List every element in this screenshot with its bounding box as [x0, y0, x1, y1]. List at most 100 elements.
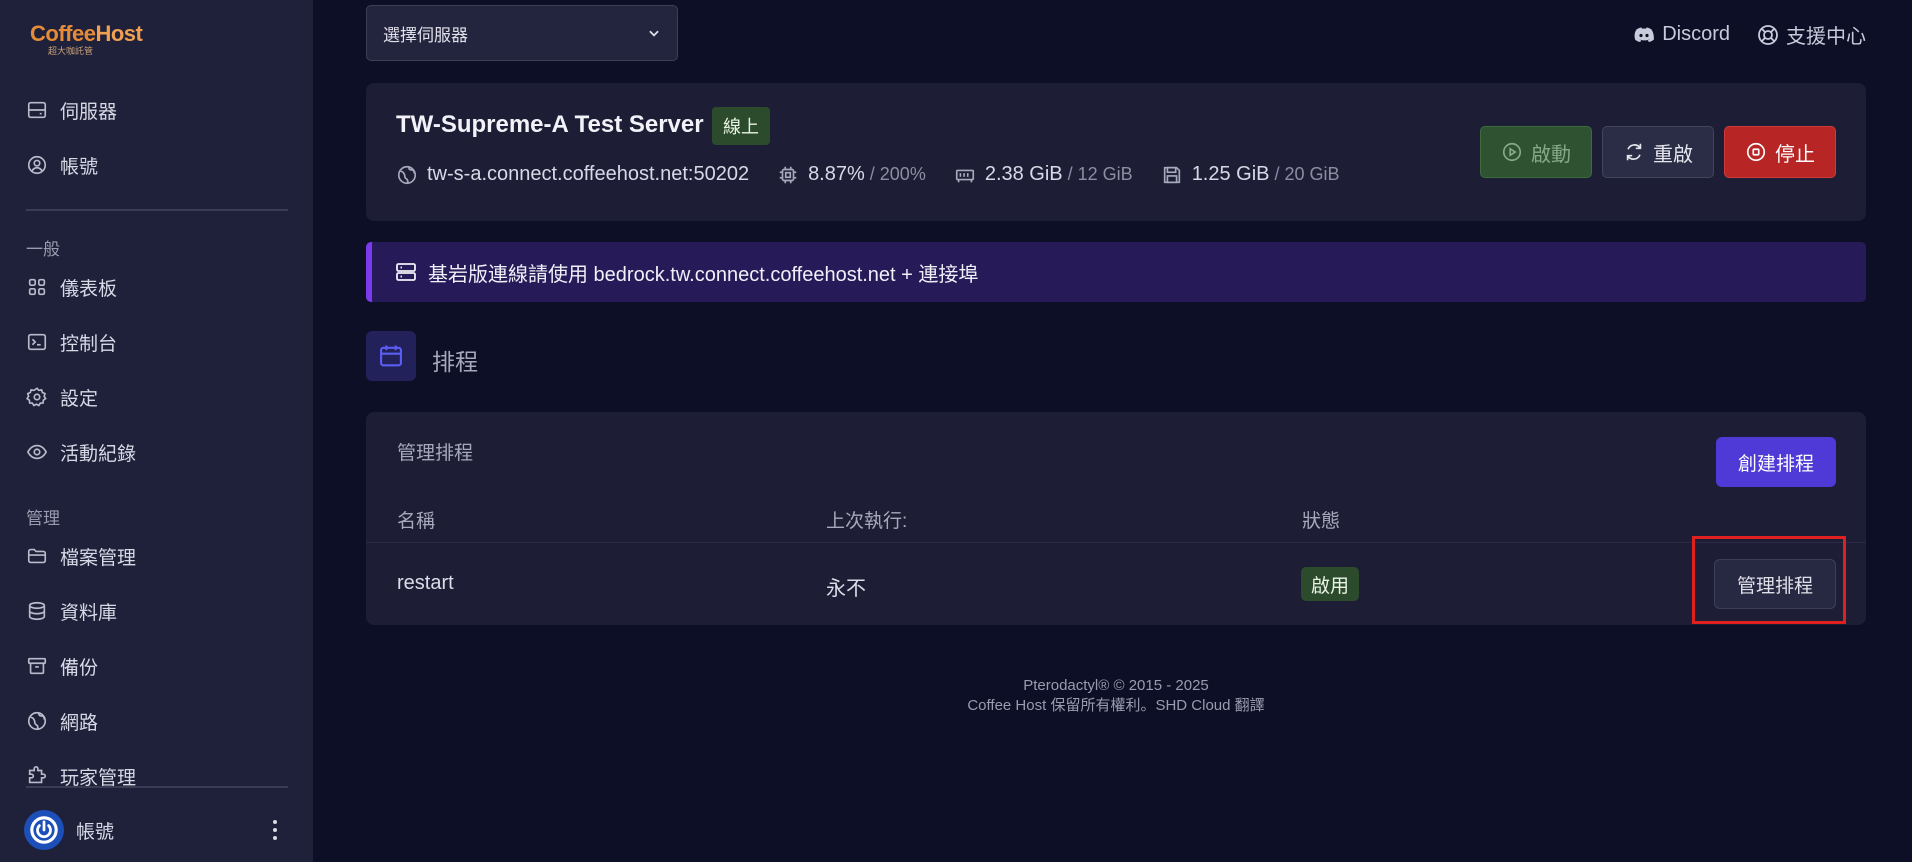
- sidebar-item-databases[interactable]: 資料庫: [26, 596, 117, 626]
- server-status-badge: 線上: [712, 107, 770, 145]
- create-schedule-button[interactable]: 創建排程: [1716, 437, 1836, 487]
- highlight-box: [1692, 536, 1846, 624]
- sidebar-item-label: 伺服器: [60, 101, 118, 123]
- column-header-last-run: 上次執行:: [826, 511, 908, 532]
- server-info-card: TW-Supreme-A Test Server 線上 tw-s-a.conne…: [366, 83, 1866, 221]
- sidebar-section-manage: 管理: [26, 509, 60, 528]
- sidebar-item-label: 設定: [60, 388, 99, 410]
- eye-icon: [26, 444, 48, 460]
- footer-copyright: Pterodactyl® © 2015 - 2025: [1023, 677, 1209, 694]
- column-header-name: 名稱: [397, 511, 436, 532]
- footer-rights: Coffee Host 保留所有權利。SHD Cloud 翻譯: [967, 697, 1265, 714]
- discord-icon: [1634, 27, 1655, 42]
- logo[interactable]: CoffeeHost 超大咖託管: [30, 21, 143, 57]
- start-button-label: 啟動: [1531, 143, 1571, 166]
- cpu-value: 8.87%: [808, 163, 865, 185]
- dot-icon: [273, 828, 277, 832]
- discord-link-label: Discord: [1662, 23, 1730, 45]
- sidebar-item-label: 備份: [60, 657, 99, 679]
- dot-icon: [273, 820, 277, 824]
- folder-icon: [27, 548, 47, 564]
- logo-text: CoffeeHost: [30, 21, 143, 46]
- schedule-last-run: 永不: [826, 578, 866, 600]
- save-disk-icon: [1163, 166, 1180, 183]
- sidebar-item-label: 儀表板: [60, 278, 118, 300]
- grid-icon: [28, 278, 46, 296]
- footer: Pterodactyl® © 2015 - 2025 Coffee Host 保…: [366, 676, 1866, 716]
- archive-icon: [27, 657, 47, 675]
- sidebar-item-activity[interactable]: 活動紀錄: [26, 437, 136, 467]
- server-select-label: 選擇伺服器: [383, 25, 468, 45]
- server-select-dropdown[interactable]: 選擇伺服器: [366, 5, 678, 61]
- sidebar: CoffeeHost 超大咖託管 伺服器 帳號 一般 儀表板 控制台 設定 活動…: [0, 0, 313, 862]
- page-title: 排程: [432, 349, 478, 375]
- stop-circle-icon: [1746, 142, 1766, 162]
- cpu-icon: [779, 166, 797, 183]
- sidebar-divider: [26, 786, 288, 788]
- dot-icon: [273, 836, 277, 840]
- sidebar-item-label: 帳號: [60, 156, 99, 178]
- sidebar-item-settings[interactable]: 設定: [26, 382, 98, 412]
- globe-icon: [27, 711, 47, 731]
- sidebar-item-network[interactable]: 網路: [26, 706, 98, 736]
- schedule-card-title: 管理排程: [397, 443, 474, 464]
- restart-button[interactable]: 重啟: [1602, 126, 1714, 178]
- refresh-icon: [1626, 143, 1642, 161]
- sidebar-item-label: 檔案管理: [60, 547, 137, 569]
- column-header-status: 狀態: [1302, 511, 1341, 532]
- sidebar-item-backups[interactable]: 備份: [26, 651, 98, 681]
- terminal-icon: [27, 333, 47, 351]
- notice-text: 基岩版連線請使用 bedrock.tw.connect.coffeehost.n…: [428, 263, 979, 286]
- sidebar-item-label: 網路: [60, 712, 99, 734]
- calendar-icon-badge: [366, 331, 416, 381]
- schedule-card: 管理排程 創建排程 名稱 上次執行: 狀態 restart 永不 啟用 管理排程: [366, 412, 1866, 625]
- play-circle-icon: [1502, 142, 1522, 162]
- table-divider: [366, 542, 1866, 543]
- sidebar-item-console[interactable]: 控制台: [26, 327, 117, 357]
- database-icon: [28, 601, 46, 621]
- more-options-button[interactable]: [264, 815, 286, 845]
- start-button[interactable]: 啟動: [1480, 126, 1592, 178]
- cpu-limit: / 200%: [869, 164, 926, 184]
- server-icon: [27, 101, 47, 119]
- user-circle-icon: [27, 155, 47, 175]
- schedule-name: restart: [397, 572, 454, 594]
- sidebar-item-account[interactable]: 帳號: [26, 150, 98, 180]
- sidebar-item-dashboard[interactable]: 儀表板: [26, 272, 117, 302]
- sidebar-item-label: 控制台: [60, 333, 118, 355]
- server-name: TW-Supreme-A Test Server: [396, 111, 704, 138]
- chevron-down-icon: [649, 30, 659, 37]
- sidebar-item-label: 活動紀錄: [60, 443, 137, 465]
- sidebar-item-label: 資料庫: [60, 602, 118, 624]
- memory-limit: / 12 GiB: [1067, 164, 1133, 184]
- stop-button-label: 停止: [1775, 143, 1815, 166]
- support-link-label: 支援中心: [1786, 26, 1866, 48]
- schedule-status-badge: 啟用: [1301, 567, 1360, 601]
- bedrock-connection-notice: 基岩版連線請使用 bedrock.tw.connect.coffeehost.n…: [366, 242, 1866, 302]
- server-address-value: tw-s-a.connect.coffeehost.net:50202: [427, 163, 750, 185]
- cpu-usage: 8.87% / 200%: [777, 163, 926, 186]
- sidebar-item-files[interactable]: 檔案管理: [26, 541, 136, 571]
- account-name[interactable]: 帳號: [76, 817, 114, 844]
- memory-value: 2.38 GiB: [984, 163, 1063, 185]
- server-icon: [396, 263, 416, 281]
- memory-usage: 2.38 GiB / 12 GiB: [954, 163, 1133, 186]
- server-stats: tw-s-a.connect.coffeehost.net:50202 8.87…: [396, 163, 1368, 186]
- lifebuoy-icon: [1758, 24, 1778, 45]
- sidebar-section-general: 一般: [26, 240, 60, 259]
- disk-usage: 1.25 GiB / 20 GiB: [1161, 163, 1340, 186]
- disk-limit: / 20 GiB: [1274, 164, 1340, 184]
- sidebar-divider: [26, 209, 288, 211]
- avatar[interactable]: [24, 810, 64, 850]
- logo-tagline: 超大咖託管: [48, 46, 94, 56]
- server-address: tw-s-a.connect.coffeehost.net:50202: [396, 163, 749, 186]
- gear-icon: [26, 387, 47, 407]
- globe-icon: [397, 165, 417, 184]
- sidebar-item-servers[interactable]: 伺服器: [26, 95, 117, 125]
- discord-link[interactable]: Discord: [1632, 20, 1730, 49]
- memory-icon: [955, 169, 974, 182]
- restart-button-label: 重啟: [1653, 143, 1693, 166]
- support-link[interactable]: 支援中心: [1756, 20, 1866, 49]
- calendar-icon: [380, 345, 402, 367]
- stop-button[interactable]: 停止: [1724, 126, 1836, 178]
